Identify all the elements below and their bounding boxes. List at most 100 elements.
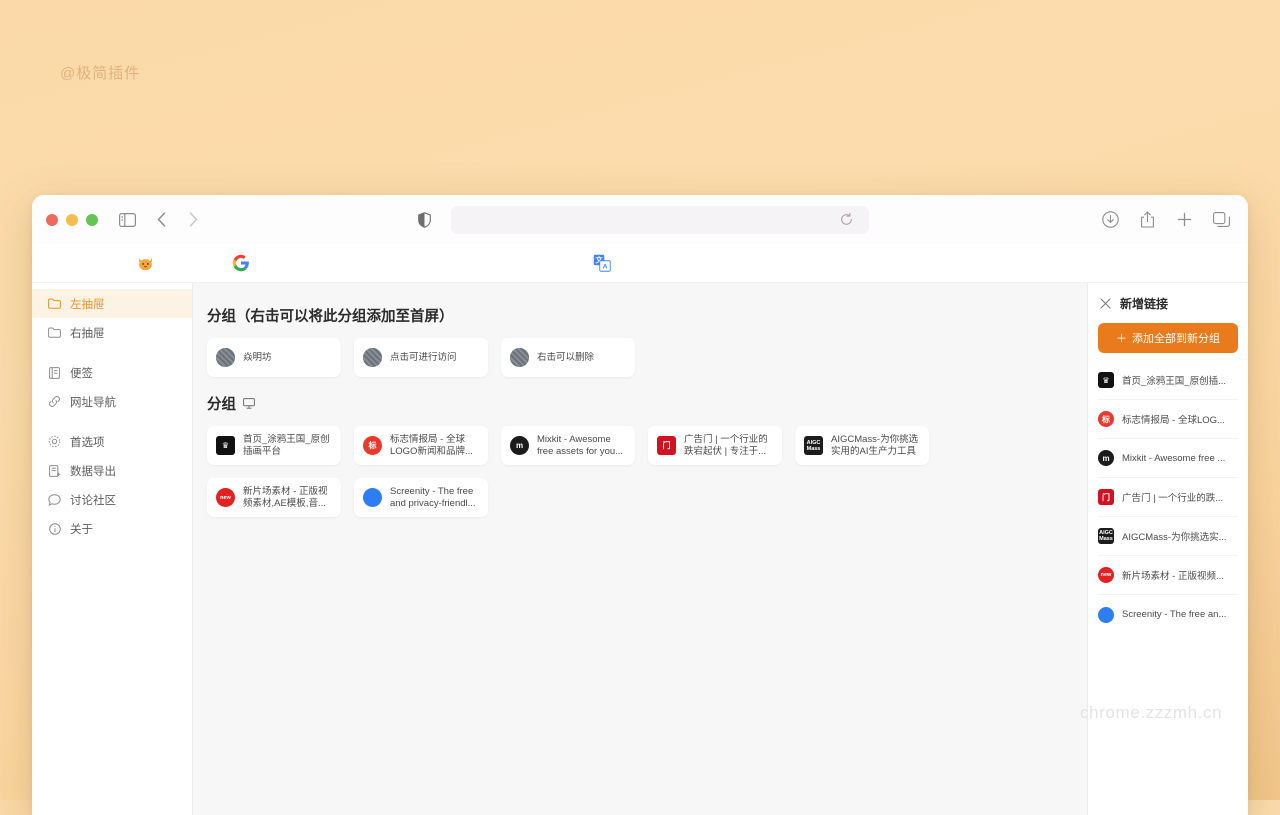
sidebar-item-label: 网址导航: [70, 394, 116, 410]
list-item-label: 标志情报局 - 全球LOG...: [1122, 412, 1225, 426]
new-tab-icon[interactable]: [1171, 207, 1197, 233]
sidebar-item-left-drawer[interactable]: 左抽屉: [32, 289, 192, 318]
sidebar-item-community[interactable]: 讨论社区: [32, 485, 192, 514]
bookmark-card-label: 标志情报局 - 全球LOGO新闻和品牌...: [390, 434, 479, 458]
tab-strip: 文 A: [32, 244, 1248, 283]
back-icon[interactable]: [148, 207, 174, 233]
screenity-icon: [1098, 607, 1114, 623]
tab-overview-icon[interactable]: [1208, 207, 1234, 233]
folder-icon: [48, 297, 61, 310]
list-item[interactable]: 门 广告门 | 一个行业的跌...: [1098, 478, 1238, 517]
tab-google[interactable]: [220, 246, 262, 280]
aigcmass-icon: AIGCMass: [1098, 528, 1114, 544]
group-card-label: 右击可以删除: [537, 352, 594, 364]
link-icon: [48, 395, 61, 408]
list-item[interactable]: m Mixkit - Awesome free ...: [1098, 439, 1238, 478]
new-icon: new: [216, 488, 235, 507]
new-links-panel-title: 新增链接: [1120, 295, 1168, 312]
svg-text:A: A: [602, 263, 607, 270]
list-item-label: Screenity - The free an...: [1122, 609, 1226, 620]
bookmark-card-label: 新片场素材 - 正版视频素材,AE模板,音...: [243, 486, 332, 510]
new-links-panel: 新增链接 ＋ 添加全部到新分组 ♛ 首页_涂鸦王国_原创插... 标 标志情报局…: [1087, 283, 1248, 815]
tab-extension-home[interactable]: [124, 246, 166, 280]
mixkit-icon: m: [510, 436, 529, 455]
mixkit-icon: m: [1098, 450, 1114, 466]
adquan-icon: 门: [657, 436, 676, 455]
tuya-icon: ♛: [1098, 372, 1114, 388]
info-icon: [48, 522, 61, 535]
monitor-icon: [243, 398, 255, 409]
address-bar-container: [32, 206, 1248, 234]
list-item-label: 新片场素材 - 正版视频...: [1122, 568, 1224, 582]
shield-icon[interactable]: [411, 207, 437, 233]
toolbar-right-icons: [1097, 207, 1234, 233]
share-icon[interactable]: [1134, 207, 1160, 233]
logo-news-icon: 标: [1098, 411, 1114, 427]
address-bar[interactable]: [451, 206, 869, 234]
sidebar-item-label: 左抽屉: [70, 296, 105, 312]
list-item-label: AIGCMass-为你挑选实...: [1122, 529, 1227, 543]
tab-google-translate[interactable]: 文 A: [581, 246, 623, 280]
watermark-top-left: @极简插件: [60, 62, 140, 83]
list-item[interactable]: new 新片场素材 - 正版视频...: [1098, 556, 1238, 595]
bookmark-card[interactable]: 标 标志情报局 - 全球LOGO新闻和品牌...: [354, 426, 488, 465]
sidebar-item-label: 便签: [70, 365, 93, 381]
browser-window: 文 A 左抽屉 右抽屉: [32, 195, 1248, 815]
sidebar-item-label: 讨论社区: [70, 492, 116, 508]
bookmark-card[interactable]: ♛ 首页_涂鸦王国_原创插画平台: [207, 426, 341, 465]
group-card-row: 焱明坊 点击可进行访问 右击可以删除: [207, 338, 1071, 377]
sidebar-item-label: 数据导出: [70, 463, 116, 479]
bookmark-card-label: 首页_涂鸦王国_原创插画平台: [243, 434, 332, 458]
minimize-window-button[interactable]: [66, 214, 78, 226]
sidebar-item-label: 关于: [70, 521, 93, 537]
sidebar-item-notes[interactable]: 便签: [32, 358, 192, 387]
sidebar-toggle-icon[interactable]: [114, 207, 140, 233]
google-icon: [232, 254, 251, 273]
bookmark-card-label: Screenity - The free and privacy-friendl…: [390, 486, 479, 510]
list-item[interactable]: 标 标志情报局 - 全球LOG...: [1098, 400, 1238, 439]
screenity-icon: [363, 488, 382, 507]
bookmark-card[interactable]: new 新片场素材 - 正版视频素材,AE模板,音...: [207, 478, 341, 517]
forward-icon[interactable]: [180, 207, 206, 233]
group-card[interactable]: 点击可进行访问: [354, 338, 488, 377]
close-icon[interactable]: [1100, 298, 1111, 309]
sidebar-item-nav[interactable]: 网址导航: [32, 387, 192, 416]
page-content: 左抽屉 右抽屉 便签 网址导航: [32, 283, 1248, 815]
sidebar-divider: [32, 347, 192, 358]
list-item[interactable]: Screenity - The free an...: [1098, 595, 1238, 634]
sidebar-item-about[interactable]: 关于: [32, 514, 192, 543]
sidebar-item-right-drawer[interactable]: 右抽屉: [32, 318, 192, 347]
plus-icon: ＋: [1116, 330, 1127, 346]
maximize-window-button[interactable]: [86, 214, 98, 226]
bookmark-card-row: ♛ 首页_涂鸦王国_原创插画平台 标 标志情报局 - 全球LOGO新闻和品牌..…: [207, 426, 1071, 517]
group-card-label: 点击可进行访问: [390, 352, 457, 364]
google-translate-icon: 文 A: [593, 254, 612, 273]
browser-toolbar: [32, 195, 1248, 244]
bookmark-card[interactable]: AIGCMass AIGCMass-为你挑选实用的AI生产力工具: [795, 426, 929, 465]
add-all-to-new-group-button[interactable]: ＋ 添加全部到新分组: [1098, 323, 1238, 353]
download-icon[interactable]: [1097, 207, 1123, 233]
main-panel: 分组（右击可以将此分组添加至首屏） 焱明坊 点击可进行访问 右击可以删除 分组: [193, 283, 1087, 815]
folder-icon: [48, 326, 61, 339]
chat-icon: [48, 493, 61, 506]
group-card-label: 焱明坊: [243, 352, 272, 364]
list-item[interactable]: ♛ 首页_涂鸦王国_原创插...: [1098, 361, 1238, 400]
bookmark-card[interactable]: Screenity - The free and privacy-friendl…: [354, 478, 488, 517]
adquan-icon: 门: [1098, 489, 1114, 505]
new-icon: new: [1098, 567, 1114, 583]
watermark-bottom-right: chrome.zzzmh.cn: [1080, 703, 1222, 723]
new-links-panel-header: 新增链接: [1098, 283, 1238, 323]
group-card[interactable]: 焱明坊: [207, 338, 341, 377]
reload-icon[interactable]: [833, 207, 859, 233]
bookmark-card-label: AIGCMass-为你挑选实用的AI生产力工具: [831, 434, 920, 458]
hash-icon: [216, 348, 235, 367]
group-card[interactable]: 右击可以删除: [501, 338, 635, 377]
sidebar-item-preferences[interactable]: 首选项: [32, 427, 192, 456]
sidebar-item-data-export[interactable]: 数据导出: [32, 456, 192, 485]
group-title-text: 分组: [207, 393, 236, 414]
bookmark-card[interactable]: m Mixkit - Awesome free assets for you..…: [501, 426, 635, 465]
bookmark-card[interactable]: 门 广告门 | 一个行业的跌宕起伏 | 专注于...: [648, 426, 782, 465]
close-window-button[interactable]: [46, 214, 58, 226]
group-section-title: 分组: [207, 393, 1071, 414]
list-item[interactable]: AIGCMass AIGCMass-为你挑选实...: [1098, 517, 1238, 556]
